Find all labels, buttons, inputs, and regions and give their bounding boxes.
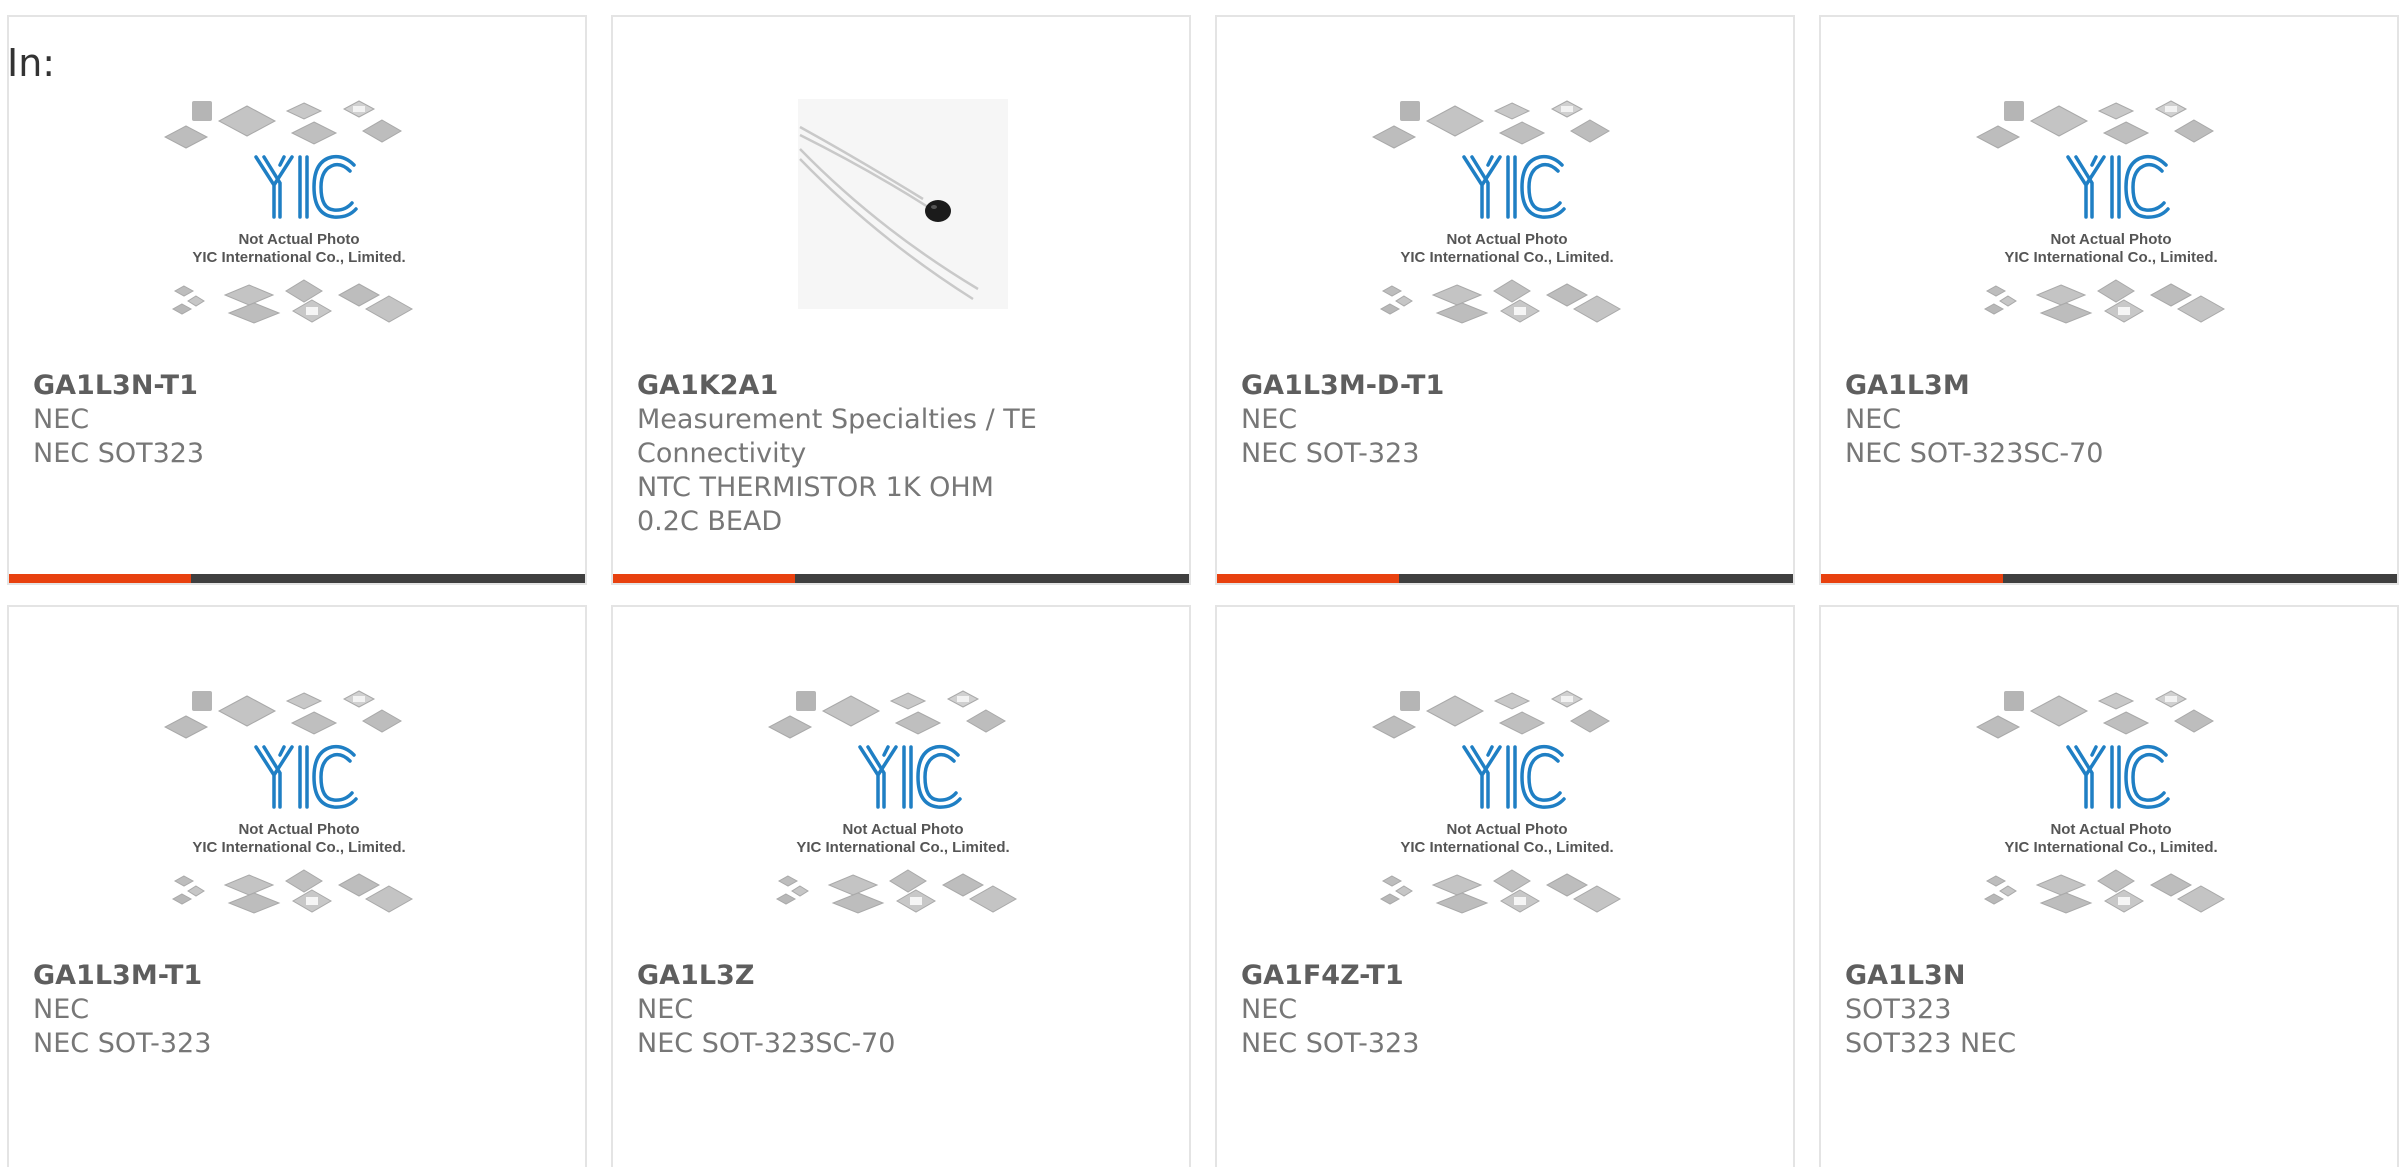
part-number-link[interactable]: GA1L3N	[1845, 959, 2267, 993]
svg-text:Not Actual Photo: Not Actual Photo	[1446, 231, 1567, 248]
manufacturer: NEC	[1845, 404, 1902, 435]
card-bar	[9, 574, 585, 583]
svg-text:Not Actual Photo: Not Actual Photo	[1446, 821, 1567, 838]
part-number-link[interactable]: GA1F4Z-T1	[1241, 959, 1663, 993]
thermistor-photo-icon	[768, 99, 1038, 349]
part-number-link[interactable]: GA1L3M-D-T1	[1241, 369, 1663, 403]
card-bar	[1217, 574, 1793, 583]
product-info: GA1K2A1 Measurement Specialties / TE Con…	[637, 369, 1059, 539]
description: NEC SOT-323	[1241, 438, 1420, 469]
description: NEC SOT323	[33, 438, 205, 469]
card-bar-accent	[9, 574, 191, 583]
part-number-link[interactable]: GA1L3M	[1845, 369, 2267, 403]
product-info: GA1L3N SOT323 SOT323 NEC	[1845, 959, 2267, 1061]
product-card[interactable]: Not Actual Photo YIC International Co., L…	[7, 15, 587, 585]
product-card[interactable]: GA1K2A1 Measurement Specialties / TE Con…	[611, 15, 1191, 585]
yic-placeholder-icon: Not Actual Photo YIC International Co., L…	[768, 689, 1038, 939]
svg-text:Not Actual Photo: Not Actual Photo	[2050, 821, 2171, 838]
product-card[interactable]: Not Actual Photo YIC International Co., L…	[7, 605, 587, 1167]
product-card[interactable]: Not Actual Photo YIC International Co., L…	[611, 605, 1191, 1167]
svg-text:Not Actual Photo: Not Actual Photo	[238, 821, 359, 838]
yic-placeholder-icon: Not Actual Photo YIC International Co., L…	[1976, 689, 2246, 939]
product-info: GA1L3M NEC NEC SOT-323SC-70	[1845, 369, 2267, 471]
product-card[interactable]: Not Actual Photo YIC International Co., L…	[1215, 605, 1795, 1167]
card-bar-accent	[613, 574, 795, 583]
product-info: GA1L3M-T1 NEC NEC SOT-323	[33, 959, 455, 1061]
manufacturer: NEC	[33, 404, 90, 435]
product-card[interactable]: Not Actual Photo YIC International Co., L…	[1819, 15, 2399, 585]
part-number-link[interactable]: GA1K2A1	[637, 369, 1059, 403]
svg-text:YIC International Co., Limited: YIC International Co., Limited.	[192, 839, 405, 856]
product-info: GA1F4Z-T1 NEC NEC SOT-323	[1241, 959, 1663, 1061]
product-card[interactable]: Not Actual Photo YIC International Co., L…	[1819, 605, 2399, 1167]
yic-placeholder-icon: Not Actual Photo YIC International Co., L…	[1976, 99, 2246, 349]
description: NEC SOT-323	[33, 1028, 212, 1059]
in-label: In:	[7, 41, 56, 85]
card-bar	[1821, 574, 2397, 583]
description: SOT323 NEC	[1845, 1028, 2017, 1059]
product-card[interactable]: Not Actual Photo YIC International Co., L…	[1215, 15, 1795, 585]
yic-placeholder-icon: Not Actual Photo YIC International Co., L…	[1372, 689, 1642, 939]
svg-text:YIC International Co., Limited: YIC International Co., Limited.	[2004, 249, 2217, 266]
manufacturer: NEC	[1241, 994, 1298, 1025]
description: NTC THERMISTOR 1K OHM 0.2C BEAD	[637, 472, 994, 537]
manufacturer: Measurement Specialties / TE Connectivit…	[637, 404, 1037, 469]
yic-placeholder-icon: Not Actual Photo YIC International Co., L…	[1372, 99, 1642, 349]
manufacturer: NEC	[637, 994, 694, 1025]
part-number-link[interactable]: GA1L3M-T1	[33, 959, 455, 993]
yic-placeholder-icon: Not Actual Photo YIC International Co., L…	[164, 99, 434, 349]
svg-text:YIC International Co., Limited: YIC International Co., Limited.	[796, 839, 1009, 856]
product-info: GA1L3N-T1 NEC NEC SOT323	[33, 369, 455, 471]
product-grid-page: In: Not Actual Photo YIC International Co…	[0, 0, 2400, 1167]
description: NEC SOT-323	[1241, 1028, 1420, 1059]
manufacturer: NEC	[1241, 404, 1298, 435]
svg-text:YIC International Co., Limited: YIC International Co., Limited.	[192, 249, 405, 266]
manufacturer: NEC	[33, 994, 90, 1025]
svg-text:Not Actual Photo: Not Actual Photo	[2050, 231, 2171, 248]
card-bar	[613, 574, 1189, 583]
card-bar-accent	[1217, 574, 1399, 583]
product-info: GA1L3M-D-T1 NEC NEC SOT-323	[1241, 369, 1663, 471]
product-info: GA1L3Z NEC NEC SOT-323SC-70	[637, 959, 1059, 1061]
svg-text:YIC International Co., Limited: YIC International Co., Limited.	[1400, 249, 1613, 266]
part-number-link[interactable]: GA1L3N-T1	[33, 369, 455, 403]
svg-text:Not Actual Photo: Not Actual Photo	[842, 821, 963, 838]
yic-placeholder-icon: Not Actual Photo YIC International Co., L…	[164, 689, 434, 939]
svg-text:Not Actual Photo: Not Actual Photo	[238, 231, 359, 248]
description: NEC SOT-323SC-70	[1845, 438, 2104, 469]
part-number-link[interactable]: GA1L3Z	[637, 959, 1059, 993]
manufacturer: SOT323	[1845, 994, 1952, 1025]
svg-text:YIC International Co., Limited: YIC International Co., Limited.	[1400, 839, 1613, 856]
card-bar-accent	[1821, 574, 2003, 583]
svg-text:YIC International Co., Limited: YIC International Co., Limited.	[2004, 839, 2217, 856]
description: NEC SOT-323SC-70	[637, 1028, 896, 1059]
